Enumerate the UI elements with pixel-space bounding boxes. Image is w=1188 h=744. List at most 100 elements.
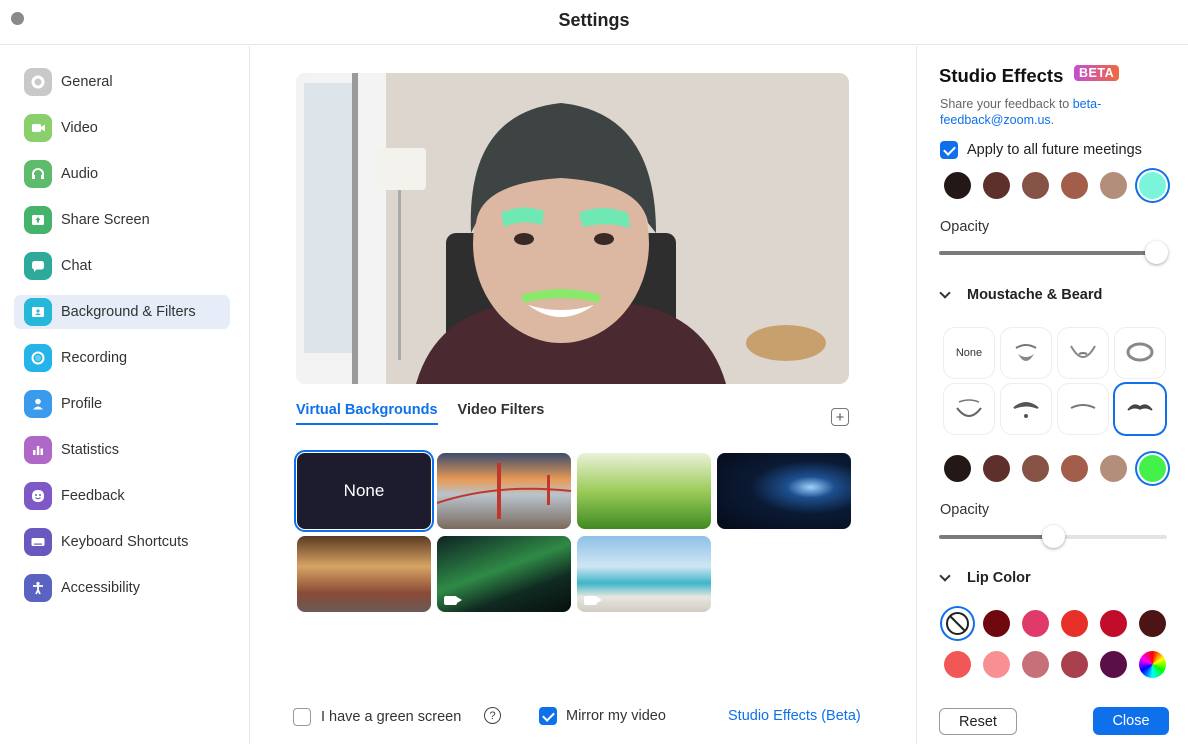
no-color-icon [946,612,969,635]
studio-effects-link[interactable]: Studio Effects (Beta) [728,708,861,724]
sidebar-item-label: Statistics [61,442,120,458]
camera-feed-image [296,73,849,384]
keyboard-icon [24,528,52,556]
beard-style-full-beard[interactable] [1001,328,1051,378]
green-screen-label: I have a green screen [321,709,462,725]
moustache-color-swatch[interactable] [1100,455,1127,482]
lip-color-swatch[interactable] [944,651,971,678]
sidebar-item-label: Accessibility [61,580,140,596]
tab-video-filters[interactable]: Video Filters [458,402,545,425]
studio-effects-panel: Studio Effects BETA Share your feedback … [916,46,1188,744]
lip-color-swatch[interactable] [944,610,971,637]
moustache-opacity-label: Opacity [940,502,990,518]
lip-color-swatch[interactable] [1061,610,1088,637]
eyebrow-color-swatch[interactable] [944,172,971,199]
lip-color-swatch[interactable] [983,651,1010,678]
sidebar-item-label: Keyboard Shortcuts [61,534,189,550]
beard-style-image [1126,342,1154,362]
beard-style-chin-strap[interactable] [944,384,994,434]
apply-all-label: Apply to all future meetings [967,142,1142,158]
background-hall[interactable] [297,536,431,612]
eyebrow-color-swatch[interactable] [1139,172,1166,199]
eyebrow-color-swatch[interactable] [1061,172,1088,199]
green-screen-checkbox[interactable] [293,708,311,726]
video-camera-icon [24,114,52,142]
sidebar-item-background-filters[interactable]: Background & Filters [14,295,230,329]
moustache-section-header[interactable]: Moustache & Beard [939,287,1103,303]
bar-chart-icon [24,436,52,464]
beard-style-image [1070,345,1096,358]
moustache-color-swatch[interactable] [1061,455,1088,482]
sidebar-item-share-screen[interactable]: Share Screen [14,203,230,237]
beard-style-handlebar-soul-patch[interactable] [1001,384,1051,434]
moustache-opacity-slider[interactable] [939,525,1167,548]
sidebar-item-label: Feedback [61,488,125,504]
background-tabs: Virtual Backgrounds Video Filters [296,402,544,425]
moustache-color-swatch[interactable] [983,455,1010,482]
eyebrow-color-swatch[interactable] [1022,172,1049,199]
sidebar-item-keyboard-shortcuts[interactable]: Keyboard Shortcuts [14,525,230,559]
lip-color-swatch[interactable] [1022,651,1049,678]
slider-knob[interactable] [1144,241,1168,264]
beard-style-none[interactable]: None [944,328,994,378]
sidebar-item-statistics[interactable]: Statistics [14,433,230,467]
background-earth[interactable] [717,453,851,529]
lip-color-swatch[interactable] [983,610,1010,637]
background-aurora[interactable] [437,536,571,612]
beard-style-goatee[interactable] [1058,328,1108,378]
eyebrow-opacity-slider[interactable] [939,241,1168,264]
eyebrow-color-swatch[interactable] [1100,172,1127,199]
moustache-color-swatch[interactable] [1022,455,1049,482]
custom-color-wheel[interactable] [1139,651,1166,678]
slider-knob[interactable] [1042,525,1065,548]
person-icon [24,390,52,418]
eyebrow-opacity-label: Opacity [940,219,990,235]
eyebrow-color-swatch[interactable] [983,172,1010,199]
beard-style-thin-moustache[interactable] [1058,384,1108,434]
help-icon[interactable]: ? [484,707,501,724]
sidebar-item-video[interactable]: Video [14,111,230,145]
sidebar-item-accessibility[interactable]: Accessibility [14,571,230,605]
sidebar-item-audio[interactable]: Audio [14,157,230,191]
reset-button[interactable]: Reset [939,708,1017,735]
lip-color-swatch[interactable] [1139,610,1166,637]
lip-color-swatch[interactable] [1022,610,1049,637]
lip-color-section-title: Lip Color [967,570,1031,586]
sidebar-item-label: Video [61,120,98,136]
tab-virtual-backgrounds[interactable]: Virtual Backgrounds [296,402,438,425]
beta-badge: BETA [1074,65,1120,81]
sidebar-item-general[interactable]: General [14,65,230,99]
background-grass[interactable] [577,453,711,529]
moustache-color-swatch[interactable] [944,455,971,482]
apply-all-checkbox[interactable] [940,141,958,159]
share-screen-icon [24,206,52,234]
beard-style-bushy-moustache[interactable] [1115,384,1165,434]
beard-style-circle-beard[interactable] [1115,328,1165,378]
video-camera-icon [584,596,602,605]
headphones-icon [24,160,52,188]
video-preview [296,73,849,384]
sidebar-item-label: Background & Filters [61,304,196,320]
feedback-suffix: . [1050,113,1055,127]
add-background-button[interactable]: + [831,408,849,426]
mirror-video-checkbox[interactable] [539,707,557,725]
moustache-section-title: Moustache & Beard [967,287,1103,303]
lip-color-swatch[interactable] [1100,651,1127,678]
beard-none-label: None [955,347,983,359]
moustache-color-swatch[interactable] [1139,455,1166,482]
sidebar-item-chat[interactable]: Chat [14,249,230,283]
lip-color-swatch[interactable] [1061,651,1088,678]
background-none[interactable]: None [294,450,434,532]
beard-style-image [1127,404,1153,411]
lip-color-swatch[interactable] [1100,610,1127,637]
smiley-icon [24,482,52,510]
close-button[interactable]: Close [1093,707,1169,735]
background-golden-gate[interactable] [437,453,571,529]
sidebar-item-feedback[interactable]: Feedback [14,479,230,513]
sidebar-item-profile[interactable]: Profile [14,387,230,421]
lip-color-section-header[interactable]: Lip Color [939,570,1031,586]
background-beach[interactable] [577,536,711,612]
sidebar-item-label: Profile [61,396,103,412]
beard-style-image [1070,404,1096,409]
sidebar-item-recording[interactable]: Recording [14,341,230,375]
